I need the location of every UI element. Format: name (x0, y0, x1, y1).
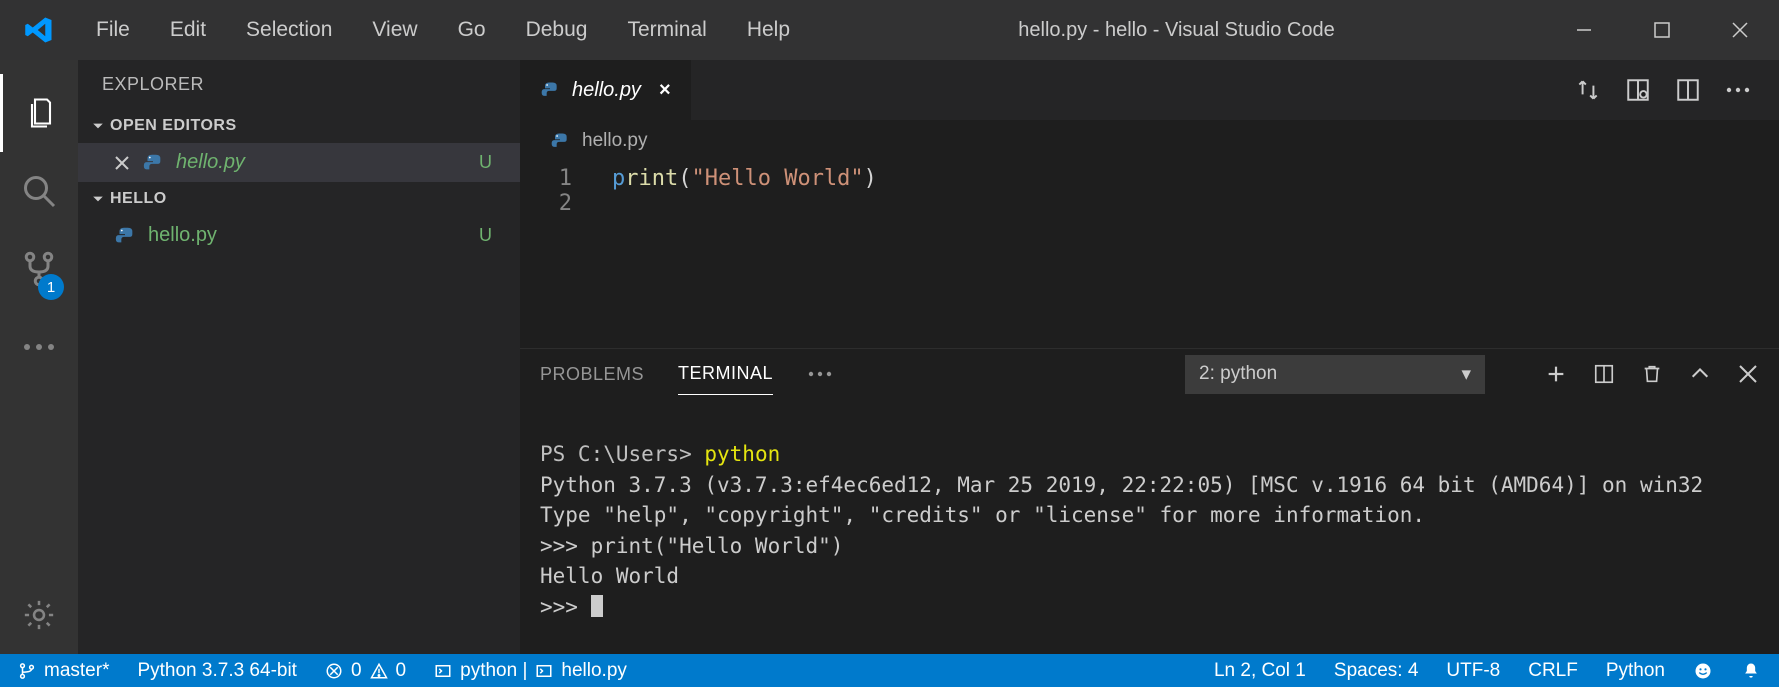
minimize-button[interactable] (1545, 0, 1623, 60)
activity-bar: 1 (0, 60, 78, 654)
breadcrumb[interactable]: hello.py (520, 120, 1779, 162)
line-number: 1 (520, 166, 612, 191)
code-editor[interactable]: 1 print("Hello World") 2 (520, 162, 1779, 348)
python-file-icon (540, 80, 560, 100)
editor-tabbar: hello.py × (520, 60, 1779, 120)
bottom-panel: PROBLEMS TERMINAL 2: python ▾ PS C:\User… (520, 348, 1779, 654)
more-actions-icon[interactable] (1725, 86, 1751, 94)
status-indent[interactable]: Spaces: 4 (1320, 660, 1433, 682)
open-editors-label: OPEN EDITORS (110, 117, 237, 135)
terminal-select[interactable]: 2: python ▾ (1185, 355, 1485, 394)
status-eol[interactable]: CRLF (1514, 660, 1592, 682)
editor-actions (1575, 60, 1779, 120)
close-button[interactable] (1701, 0, 1779, 60)
close-editor-icon[interactable] (114, 155, 130, 171)
status-position[interactable]: Ln 2, Col 1 (1200, 660, 1320, 682)
kill-terminal-icon[interactable] (1641, 363, 1663, 385)
explorer-title: EXPLORER (78, 60, 520, 109)
file-item[interactable]: hello.py U (78, 216, 520, 255)
vscode-logo-icon (0, 15, 78, 45)
activity-more[interactable] (0, 308, 78, 386)
status-interpreter[interactable]: Python 3.7.3 64-bit (123, 660, 311, 682)
tab-label: hello.py (572, 79, 641, 102)
activity-scm[interactable]: 1 (0, 230, 78, 308)
panel-more-icon[interactable] (807, 370, 833, 378)
editor-tab[interactable]: hello.py × (520, 60, 691, 120)
python-file-icon (142, 152, 164, 174)
tab-close-icon[interactable]: × (659, 79, 671, 102)
window-title: hello.py - hello - Visual Studio Code (808, 19, 1545, 42)
chevron-down-icon: ▾ (1461, 363, 1471, 386)
window-controls (1545, 0, 1779, 60)
status-feedback-icon[interactable] (1679, 661, 1727, 681)
status-encoding[interactable]: UTF-8 (1432, 660, 1514, 682)
file-name: hello.py (148, 224, 467, 247)
menu-debug[interactable]: Debug (508, 10, 606, 50)
code-line: print("Hello World") (612, 166, 877, 191)
menu-edit[interactable]: Edit (152, 10, 224, 50)
editor-area: hello.py × hello.py 1 print("Hello World… (520, 60, 1779, 654)
status-branch[interactable]: master* (4, 660, 123, 682)
close-panel-icon[interactable] (1737, 363, 1759, 385)
explorer-sidebar: EXPLORER OPEN EDITORS hello.py U HELLO h… (78, 60, 520, 654)
status-runner[interactable]: python | hello.py (420, 660, 641, 682)
menu-selection[interactable]: Selection (228, 10, 350, 50)
python-file-icon (114, 225, 136, 247)
terminal-cursor (591, 595, 603, 617)
menu-help[interactable]: Help (729, 10, 808, 50)
folder-label: HELLO (110, 190, 167, 208)
maximize-button[interactable] (1623, 0, 1701, 60)
open-editor-name: hello.py (176, 151, 467, 174)
open-editor-item[interactable]: hello.py U (78, 143, 520, 182)
split-terminal-icon[interactable] (1593, 363, 1615, 385)
terminal-select-label: 2: python (1199, 363, 1277, 385)
status-language[interactable]: Python (1592, 660, 1679, 682)
menu-file[interactable]: File (78, 10, 148, 50)
menu-view[interactable]: View (354, 10, 435, 50)
breadcrumb-label: hello.py (582, 130, 648, 152)
new-terminal-icon[interactable] (1545, 363, 1567, 385)
open-editor-status: U (479, 152, 506, 173)
open-changes-icon[interactable] (1625, 77, 1651, 103)
terminal-output[interactable]: PS C:\Users> python Python 3.7.3 (v3.7.3… (520, 399, 1779, 654)
scm-badge: 1 (38, 274, 64, 300)
main-menu: File Edit Selection View Go Debug Termin… (78, 10, 808, 50)
panel-tab-terminal[interactable]: TERMINAL (678, 353, 773, 395)
python-file-icon (550, 131, 570, 151)
file-status: U (479, 225, 506, 246)
status-problems[interactable]: 0 0 (311, 660, 420, 682)
activity-settings[interactable] (0, 576, 78, 654)
panel-tab-problems[interactable]: PROBLEMS (540, 354, 644, 395)
panel-tabbar: PROBLEMS TERMINAL 2: python ▾ (520, 349, 1779, 399)
open-editors-header[interactable]: OPEN EDITORS (78, 109, 520, 143)
title-bar: File Edit Selection View Go Debug Termin… (0, 0, 1779, 60)
maximize-panel-icon[interactable] (1689, 363, 1711, 385)
status-bar: master* Python 3.7.3 64-bit 0 0 python |… (0, 654, 1779, 687)
split-editor-icon[interactable] (1675, 77, 1701, 103)
status-bell-icon[interactable] (1727, 661, 1775, 681)
line-number: 2 (520, 191, 612, 216)
activity-search[interactable] (0, 152, 78, 230)
folder-header[interactable]: HELLO (78, 182, 520, 216)
compare-changes-icon[interactable] (1575, 77, 1601, 103)
menu-terminal[interactable]: Terminal (609, 10, 724, 50)
menu-go[interactable]: Go (440, 10, 504, 50)
activity-explorer[interactable] (0, 74, 78, 152)
